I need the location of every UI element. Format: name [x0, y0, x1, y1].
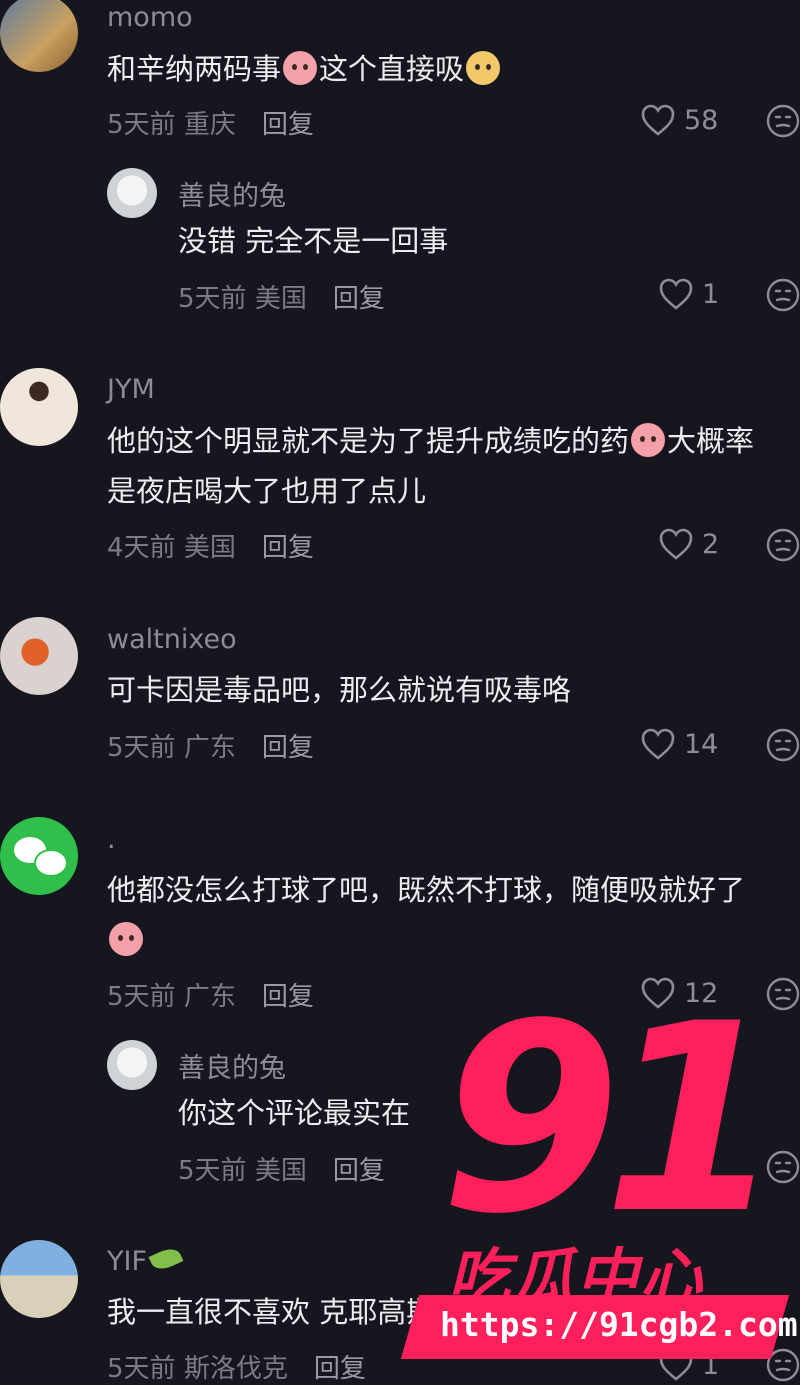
time-label: 5天前: [178, 284, 247, 314]
smiling-emoji-icon: [466, 51, 501, 85]
avatar[interactable]: [107, 168, 157, 218]
avatar[interactable]: [0, 0, 78, 72]
like-count: 1: [702, 278, 720, 310]
watermark-url-banner: [400, 1295, 790, 1359]
emoji-reaction-icon[interactable]: [766, 1150, 800, 1184]
comment-text-part: 是夜店喝大了也用了点儿: [107, 474, 427, 508]
comment-text: 我一直很不喜欢 克耶高斯: [107, 1295, 436, 1329]
comment-text-part: 他的这个明显就不是为了提升成绩吃的药: [107, 424, 630, 458]
like-button[interactable]: 1: [658, 1348, 719, 1382]
comment-text-part: 他都没怎么打球了吧，既然不打球，随便吸就好了: [107, 873, 746, 907]
heart-icon: [640, 103, 676, 137]
username-text: YIF: [107, 1246, 147, 1277]
crying-emoji-icon: [283, 51, 318, 85]
time-label: 5天前: [107, 110, 176, 140]
comment-meta: 5天前 美国 回复: [178, 1150, 385, 1187]
emoji-reaction-icon[interactable]: [766, 278, 800, 312]
reply-button[interactable]: 回复: [333, 284, 385, 314]
comment-text: 没错 完全不是一回事: [178, 224, 449, 258]
comment-text-part: 和辛纳两码事: [107, 52, 282, 86]
emoji-reaction-icon[interactable]: [766, 977, 800, 1011]
comment-meta: 5天前 广东 回复: [107, 727, 314, 764]
watermark-logo: 91 吃瓜中心 https://91cgb2.com: [400, 969, 800, 1378]
like-button[interactable]: 58: [640, 103, 718, 137]
heart-icon: [658, 527, 694, 561]
heart-icon: [640, 727, 676, 761]
emoji-reaction-icon[interactable]: [766, 728, 800, 762]
location-label: 斯洛伐克: [183, 1354, 288, 1384]
comment-meta: 5天前 美国 回复: [178, 278, 385, 315]
location-label: 美国: [254, 1156, 307, 1186]
location-label: 美国: [183, 533, 236, 563]
comment-text: 可卡因是毒品吧，那么就说有吸毒咯: [107, 673, 572, 707]
tongue-emoji-icon: [109, 922, 143, 956]
reply-button[interactable]: 回复: [262, 110, 314, 140]
like-button[interactable]: 1: [658, 277, 719, 311]
location-label: 重庆: [183, 110, 236, 140]
like-count: 14: [684, 728, 719, 760]
comment-meta: 5天前 重庆 回复: [107, 104, 314, 141]
comment-text: 他都没怎么打球了吧，既然不打球，随便吸就好了: [107, 865, 745, 965]
like-count: 2: [702, 528, 720, 560]
avatar[interactable]: [0, 1240, 78, 1318]
like-count: 12: [684, 977, 719, 1009]
comment-text-part: 大概率: [667, 424, 755, 458]
heart-icon: [658, 1348, 694, 1382]
location-label: 美国: [254, 284, 307, 314]
location-label: 广东: [183, 982, 236, 1012]
watermark-subtitle: 吃瓜中心: [448, 1241, 705, 1314]
time-label: 5天前: [107, 982, 176, 1012]
comment-meta: 5天前 斯洛伐克 回复: [107, 1348, 366, 1385]
like-count: 1: [702, 1349, 720, 1381]
username[interactable]: momo: [107, 2, 193, 33]
leaf-emoji-icon: [148, 1244, 184, 1274]
heart-icon: [640, 976, 676, 1010]
time-label: 5天前: [107, 733, 176, 763]
emoji-reaction-icon[interactable]: [766, 1348, 800, 1382]
username[interactable]: YIF: [107, 1244, 184, 1277]
reply-button[interactable]: 回复: [314, 1354, 366, 1384]
avatar[interactable]: [0, 817, 78, 895]
time-label: 5天前: [178, 1156, 247, 1186]
like-button[interactable]: 2: [658, 527, 719, 561]
time-label: 4天前: [107, 533, 176, 563]
reply-button[interactable]: 回复: [262, 982, 314, 1012]
like-button[interactable]: 12: [640, 976, 718, 1010]
reply-button[interactable]: 回复: [262, 733, 314, 763]
emoji-reaction-icon[interactable]: [766, 104, 800, 138]
avatar[interactable]: [0, 617, 78, 695]
reply-button[interactable]: 回复: [333, 1156, 385, 1186]
time-label: 5天前: [107, 1354, 176, 1384]
username[interactable]: 善良的兔: [178, 1046, 286, 1085]
like-count: 58: [684, 104, 719, 136]
watermark-url: https://91cgb2.com: [440, 1305, 798, 1344]
crying-emoji-icon: [631, 423, 666, 457]
heart-icon: [658, 277, 694, 311]
emoji-reaction-icon[interactable]: [766, 528, 800, 562]
comment-meta: 4天前 美国 回复: [107, 527, 314, 564]
comment-meta: 5天前 广东 回复: [107, 976, 314, 1013]
username[interactable]: 善良的兔: [178, 174, 286, 213]
avatar[interactable]: [0, 368, 78, 446]
username[interactable]: waltnixeo: [107, 624, 237, 655]
reply-button[interactable]: 回复: [262, 533, 314, 563]
comment-text: 你这个评论最实在: [178, 1096, 411, 1130]
avatar[interactable]: [107, 1040, 157, 1090]
username[interactable]: .: [107, 824, 116, 855]
username[interactable]: JYM: [107, 374, 155, 405]
comment-text: 他的这个明显就不是为了提升成绩吃的药 大概率 是夜店喝大了也用了点儿: [107, 416, 754, 516]
comment-text: 和辛纳两码事 这个直接吸: [107, 44, 502, 94]
like-button[interactable]: 14: [640, 727, 718, 761]
location-label: 广东: [183, 733, 236, 763]
watermark-number: 91: [440, 969, 784, 1271]
comment-text-part: 这个直接吸: [319, 52, 465, 86]
